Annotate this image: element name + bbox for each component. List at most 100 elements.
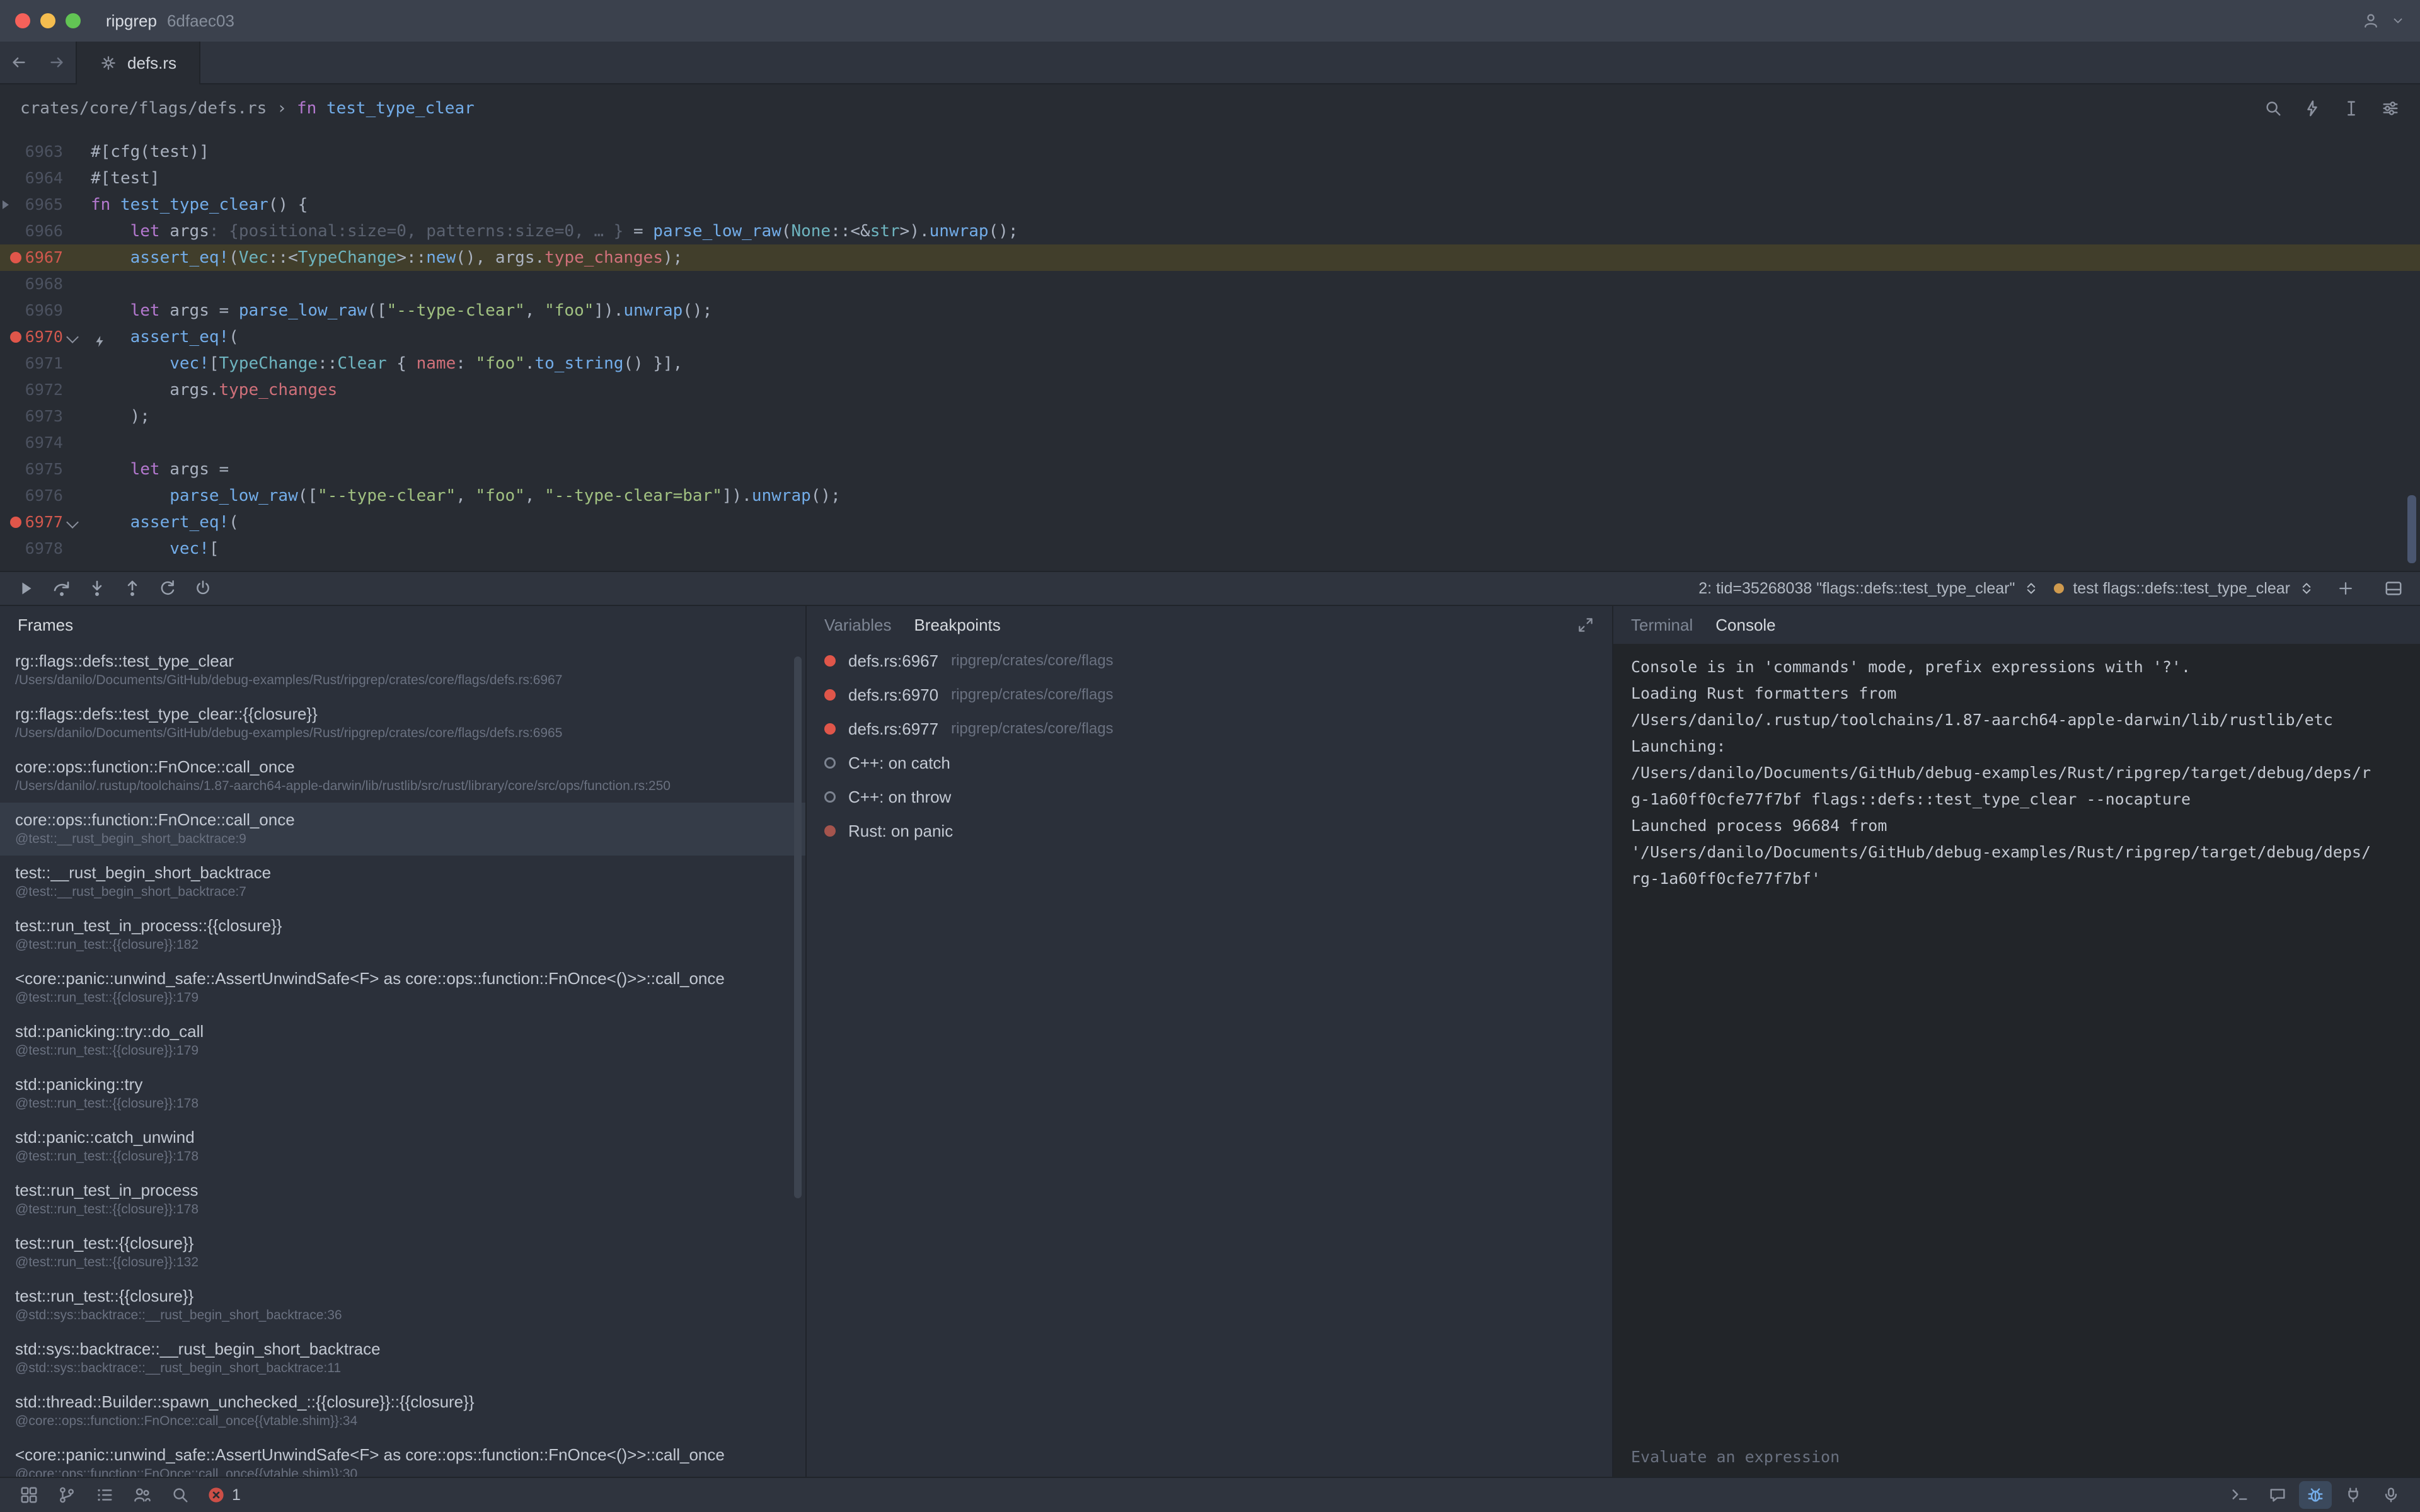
breakpoint-row[interactable]: Rust: on panic (807, 814, 1612, 848)
chat-panel-button[interactable] (2261, 1481, 2294, 1509)
breakpoint-icon[interactable] (824, 689, 836, 701)
chevron-down-icon[interactable] (63, 324, 83, 350)
line-number[interactable]: 6976 (5, 483, 63, 509)
nav-back-button[interactable] (0, 42, 38, 83)
stack-frame[interactable]: test::run_test_in_process::{{closure}}@t… (0, 908, 805, 961)
line-number[interactable]: 6978 (5, 536, 63, 562)
stack-frame[interactable]: std::panicking::try::do_call@test::run_t… (0, 1014, 805, 1067)
dock-position-button[interactable] (2377, 575, 2410, 602)
terminal-panel-button[interactable] (2223, 1481, 2256, 1509)
breakpoint-row[interactable]: defs.rs:6970ripgrep/crates/core/flags (807, 678, 1612, 712)
outline-panel-button[interactable] (88, 1481, 121, 1509)
breakpoint-row[interactable]: defs.rs:6967ripgrep/crates/core/flags (807, 644, 1612, 678)
step-over-button[interactable] (45, 575, 78, 602)
line-number[interactable]: 6968 (5, 271, 63, 297)
editor-scrollbar[interactable] (2407, 495, 2416, 563)
stack-frame[interactable]: std::panicking::try@test::run_test::{{cl… (0, 1067, 805, 1120)
code-line[interactable]: 6971 vec![TypeChange::Clear { name: "foo… (0, 350, 2420, 377)
stack-frame[interactable]: std::thread::Builder::spawn_unchecked_::… (0, 1385, 805, 1438)
user-icon[interactable] (2354, 7, 2387, 35)
line-gutter[interactable]: 6972 (0, 377, 83, 403)
extensions-button[interactable] (2337, 1481, 2370, 1509)
line-gutter[interactable]: 6969 (0, 297, 83, 324)
stop-button[interactable] (187, 575, 219, 602)
line-number[interactable]: 6966 (5, 218, 63, 244)
line-number[interactable]: 6965 (5, 192, 63, 218)
exception-icon[interactable] (824, 757, 836, 769)
line-number[interactable]: 6973 (5, 403, 63, 430)
line-gutter[interactable]: 6978 (0, 536, 83, 562)
search-icon[interactable] (2264, 99, 2283, 118)
stack-frame[interactable]: rg::flags::defs::test_type_clear/Users/d… (0, 644, 805, 697)
restart-button[interactable] (151, 575, 184, 602)
line-gutter[interactable]: 6976 (0, 483, 83, 509)
code-line[interactable]: 6964#[test] (0, 165, 2420, 192)
continue-button[interactable] (10, 575, 43, 602)
code-line[interactable]: 6965fn test_type_clear() { (0, 192, 2420, 218)
line-gutter[interactable]: 6966 (0, 218, 83, 244)
collab-panel-button[interactable] (126, 1481, 159, 1509)
editor-controls-icon[interactable] (2381, 99, 2400, 118)
expand-panel-icon[interactable] (1577, 616, 1594, 634)
code-line[interactable]: 6966 let args: {positional:size=0, patte… (0, 218, 2420, 244)
line-gutter[interactable]: 6974 (0, 430, 83, 456)
text-cursor-icon[interactable] (2342, 99, 2361, 118)
tab-console[interactable]: Console (1715, 616, 1775, 635)
chevron-down-icon[interactable] (63, 509, 83, 536)
inline-assist-icon[interactable] (2303, 99, 2322, 118)
code-line[interactable]: 6978 vec![ (0, 536, 2420, 562)
breakpoint-icon[interactable] (824, 723, 836, 735)
stack-frame[interactable]: test::run_test_in_process@test::run_test… (0, 1173, 805, 1226)
line-number[interactable]: 6971 (5, 350, 63, 377)
line-gutter[interactable]: 6973 (0, 403, 83, 430)
stack-frame[interactable]: <core::panic::unwind_safe::AssertUnwindS… (0, 1438, 805, 1477)
line-gutter[interactable]: 6975 (0, 456, 83, 483)
code-line[interactable]: 6975 let args = (0, 456, 2420, 483)
code-line[interactable]: 6973 ); (0, 403, 2420, 430)
line-number[interactable]: 6975 (5, 456, 63, 483)
close-window-button[interactable] (15, 13, 30, 28)
breakpoint-dot[interactable] (10, 517, 21, 528)
tab-breakpoints[interactable]: Breakpoints (914, 616, 1000, 635)
project-panel-button[interactable] (13, 1481, 45, 1509)
code-line[interactable]: 6974 (0, 430, 2420, 456)
debug-panel-button[interactable] (2299, 1481, 2332, 1509)
breakpoint-dot[interactable] (10, 331, 21, 343)
minimize-window-button[interactable] (40, 13, 55, 28)
breadcrumb-symbol[interactable]: fn test_type_clear (297, 99, 475, 118)
line-number[interactable]: 6964 (5, 165, 63, 192)
breakpoint-row[interactable]: defs.rs:6977ripgrep/crates/core/flags (807, 712, 1612, 746)
line-gutter[interactable]: 6967 (0, 244, 83, 271)
breadcrumb-path[interactable]: crates/core/flags/defs.rs (20, 99, 267, 118)
code-editor[interactable]: 6963#[cfg(test)]6964#[test]6965fn test_t… (0, 132, 2420, 571)
new-session-button[interactable] (2329, 575, 2362, 602)
exception-icon[interactable] (824, 791, 836, 803)
stack-frame[interactable]: core::ops::function::FnOnce::call_once/U… (0, 750, 805, 803)
assistant-button[interactable] (2375, 1481, 2407, 1509)
stack-frame[interactable]: test::run_test::{{closure}}@test::run_te… (0, 1226, 805, 1279)
search-button[interactable] (164, 1481, 197, 1509)
line-gutter[interactable]: 6963 (0, 139, 83, 165)
tab-variables[interactable]: Variables (824, 616, 891, 635)
code-line[interactable]: 6967 assert_eq!(Vec::<TypeChange>::new()… (0, 244, 2420, 271)
code-line[interactable]: 6963#[cfg(test)] (0, 139, 2420, 165)
code-line[interactable]: 6976 parse_low_raw(["--type-clear", "foo… (0, 483, 2420, 509)
line-gutter[interactable]: 6965 (0, 192, 83, 218)
line-gutter[interactable]: 6977 (0, 509, 83, 536)
diagnostics-indicator[interactable]: 1 (202, 1486, 246, 1504)
stack-frame[interactable]: <core::panic::unwind_safe::AssertUnwindS… (0, 961, 805, 1014)
frames-scrollbar[interactable] (794, 656, 802, 1198)
code-line[interactable]: 6972 args.type_changes (0, 377, 2420, 403)
line-number[interactable]: 6969 (5, 297, 63, 324)
breakpoint-row[interactable]: C++: on throw (807, 780, 1612, 814)
breakpoint-icon[interactable] (824, 655, 836, 667)
line-number[interactable]: 6963 (5, 139, 63, 165)
tab-defs-rs[interactable]: defs.rs (76, 42, 200, 84)
code-line[interactable]: 6968 (0, 271, 2420, 297)
git-branch-label[interactable]: 6dfaec03 (167, 11, 234, 31)
chevron-down-icon[interactable] (2391, 14, 2405, 28)
line-gutter[interactable]: 6970 (0, 324, 83, 350)
console-input[interactable]: Evaluate an expression (1613, 1436, 2420, 1477)
stack-frame[interactable]: std::sys::backtrace::__rust_begin_short_… (0, 1332, 805, 1385)
session-selector[interactable]: test flags::defs::test_type_clear (2054, 580, 2314, 598)
